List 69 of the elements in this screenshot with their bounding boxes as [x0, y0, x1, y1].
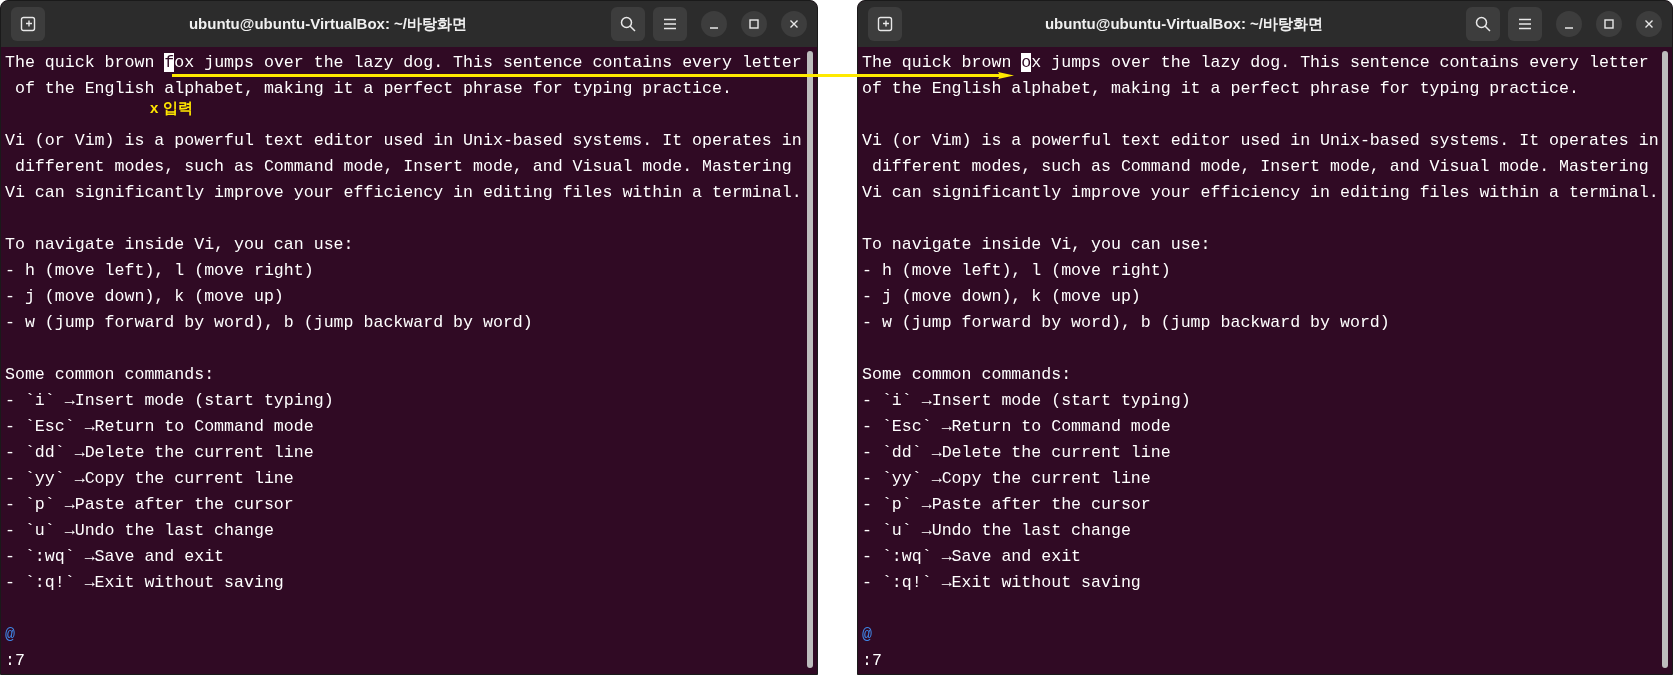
text-line: different modes, such as Command mode, Insert mode, and Visual mode. Mastering	[13, 156, 792, 178]
text-line: - `yy` →Copy the current line	[862, 468, 1151, 490]
menu-button[interactable]	[1508, 7, 1542, 41]
search-icon	[620, 16, 636, 32]
search-button[interactable]	[611, 7, 645, 41]
close-button[interactable]	[781, 11, 807, 37]
empty-line-marker: @	[5, 624, 15, 646]
new-tab-button[interactable]	[11, 7, 45, 41]
text-line: - `p` →Paste after the cursor	[5, 494, 294, 516]
text-line: - w (jump forward by word), b (jump backward by word)	[862, 312, 1390, 334]
text-line: Some common commands:	[862, 364, 1072, 386]
search-icon	[1475, 16, 1491, 32]
annotation-label: x 입력	[150, 99, 193, 118]
text-line: - `Esc` →Return to Command mode	[862, 416, 1171, 438]
text-line: different modes, such as Command mode, Insert mode, and Visual mode. Mastering	[870, 156, 1649, 178]
menu-button[interactable]	[653, 7, 687, 41]
text-line: - h (move left), l (move right)	[862, 260, 1171, 282]
text-line: - `p` →Paste after the cursor	[862, 494, 1151, 516]
command-line: :7	[862, 650, 882, 672]
scrollbar[interactable]	[807, 51, 813, 668]
text-line: - `u` →Undo the last change	[862, 520, 1131, 542]
text-line: - h (move left), l (move right)	[5, 260, 314, 282]
text-line: The quick brown fox jumps over the lazy dog. This sentence contains every letter	[5, 52, 802, 74]
empty-line-marker: @	[862, 624, 872, 646]
maximize-button[interactable]	[1596, 11, 1622, 37]
text-line: of the English alphabet, making it a perfect phrase for typing practice.	[13, 78, 732, 100]
command-line: :7	[5, 650, 25, 672]
window-title: ubuntu@ubuntu-VirtualBox: ~/바탕화면	[1043, 14, 1325, 34]
minimize-icon	[710, 27, 718, 29]
text-line: - `u` →Undo the last change	[5, 520, 274, 542]
text-line: Some common commands:	[5, 364, 215, 386]
text-line: - `i` →Insert mode (start typing)	[862, 390, 1191, 412]
search-button[interactable]	[1466, 7, 1500, 41]
maximize-icon	[749, 19, 759, 29]
text-line: Vi can significantly improve your efficiency in editing files within a terminal.	[5, 182, 802, 204]
text-line: - j (move down), k (move up)	[5, 286, 284, 308]
text-line: - `:wq` →Save and exit	[862, 546, 1082, 568]
minimize-button[interactable]	[701, 11, 727, 37]
window-title: ubuntu@ubuntu-VirtualBox: ~/바탕화면	[187, 14, 469, 34]
text-line: of the English alphabet, making it a perfect phrase for typing practice.	[862, 78, 1579, 100]
new-tab-icon	[20, 16, 36, 32]
text-line: The quick brown ox jumps over the lazy dog. This sentence contains every letter	[862, 52, 1649, 74]
minimize-icon	[1565, 27, 1573, 29]
new-tab-button[interactable]	[868, 7, 902, 41]
text-line: To navigate inside Vi, you can use:	[862, 234, 1211, 256]
minimize-button[interactable]	[1556, 11, 1582, 37]
text-line: - `Esc` →Return to Command mode	[5, 416, 314, 438]
close-icon	[789, 19, 799, 29]
text-line: - `yy` →Copy the current line	[5, 468, 294, 490]
text-line: - j (move down), k (move up)	[862, 286, 1141, 308]
menu-icon	[1518, 18, 1532, 30]
text-line: - `dd` →Delete the current line	[862, 442, 1171, 464]
maximize-button[interactable]	[741, 11, 767, 37]
text-line: - w (jump forward by word), b (jump backward by word)	[5, 312, 533, 334]
text-line: - `:wq` →Save and exit	[5, 546, 225, 568]
scrollbar[interactable]	[1662, 51, 1668, 668]
close-icon	[1644, 19, 1654, 29]
menu-icon	[663, 18, 677, 30]
text-line: Vi (or Vim) is a powerful text editor used in Unix-based systems. It operates in	[862, 130, 1659, 152]
text-line: - `:q!` →Exit without saving	[5, 572, 284, 594]
text-line: Vi can significantly improve your efficiency in editing files within a terminal.	[862, 182, 1659, 204]
text-line: To navigate inside Vi, you can use:	[5, 234, 354, 256]
text-line: - `i` →Insert mode (start typing)	[5, 390, 334, 412]
text-line: Vi (or Vim) is a powerful text editor used in Unix-based systems. It operates in	[5, 130, 802, 152]
maximize-icon	[1604, 19, 1614, 29]
text-line: - `dd` →Delete the current line	[5, 442, 314, 464]
new-tab-icon	[877, 16, 893, 32]
close-button[interactable]	[1636, 11, 1662, 37]
text-line: - `:q!` →Exit without saving	[862, 572, 1141, 594]
